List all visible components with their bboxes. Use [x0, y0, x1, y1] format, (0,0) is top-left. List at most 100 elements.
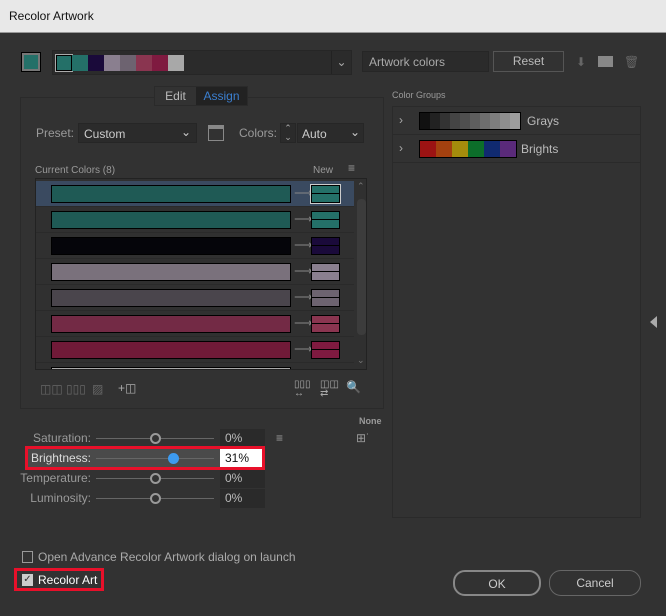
slider-knob[interactable]	[150, 433, 161, 444]
arrow-icon[interactable]: ⟶	[294, 211, 313, 227]
color-row[interactable]: ⟶	[36, 259, 354, 285]
color-assignment-list: ⟶ ⟶ ⟶ ⟶ ⟶ ⟶ ⟶ ⌃ ⌄	[35, 178, 367, 370]
group-swatch	[500, 141, 516, 157]
trash-icon[interactable]: 🗑	[624, 55, 639, 69]
current-color-bar[interactable]	[51, 315, 291, 333]
arrow-icon[interactable]: ⟶	[294, 341, 313, 357]
current-color-bar[interactable]	[51, 211, 291, 229]
current-color-bar[interactable]	[51, 367, 291, 369]
scrollbar[interactable]	[357, 199, 366, 335]
slider-knob[interactable]	[150, 473, 161, 484]
scroll-down-icon[interactable]: ⌄	[357, 355, 365, 366]
new-color-swatch[interactable]	[311, 211, 340, 229]
group-swatch	[500, 113, 510, 129]
new-color-swatch[interactable]	[311, 289, 340, 307]
artwork-swatch[interactable]	[72, 55, 88, 71]
artwork-colors-field[interactable]: Artwork colors	[362, 51, 489, 72]
arrow-icon[interactable]: ⟶	[294, 185, 313, 201]
arrow-icon[interactable]: ⟶	[294, 263, 313, 279]
slider-label: Saturation:	[32, 431, 91, 445]
new-label: New	[313, 165, 334, 176]
arrow-icon[interactable]: ⟶	[294, 237, 313, 253]
artwork-swatch[interactable]	[55, 54, 73, 72]
folder-icon[interactable]	[598, 56, 613, 67]
group-swatch	[470, 113, 480, 129]
group-swatch	[440, 113, 450, 129]
color-mode-grid-icon[interactable]: ⊞˙	[356, 431, 370, 445]
color-row[interactable]: ⟶	[36, 207, 354, 233]
exclude-colors-icon[interactable]: ▨	[92, 382, 103, 396]
group-swatch	[480, 113, 490, 129]
chevron-right-icon[interactable]: ›	[399, 113, 403, 127]
color-row[interactable]: ⟶	[36, 233, 354, 259]
randomize-order-icon[interactable]: ▯▯▯ ↔	[294, 380, 311, 399]
find-color-icon[interactable]: 🔍	[346, 380, 361, 394]
menu-icon[interactable]: ≡	[348, 161, 355, 175]
tab-bar: Edit Assign	[154, 86, 248, 106]
recolor-art-checkbox[interactable]: ✓	[22, 574, 33, 586]
current-color-bar[interactable]	[51, 237, 291, 255]
new-color-swatch[interactable]	[311, 263, 340, 281]
chevron-down-icon: ⌄	[349, 125, 360, 139]
slider-value-field[interactable]: 0%	[220, 469, 265, 488]
preset-options-icon[interactable]	[208, 125, 224, 141]
save-icon[interactable]: ⬇	[576, 55, 586, 69]
ok-button[interactable]: OK	[453, 570, 541, 596]
colors-select[interactable]: Auto ⌄	[297, 123, 364, 143]
current-colors-label: Current Colors (8)	[35, 165, 116, 176]
color-row[interactable]: ⟶	[36, 285, 354, 311]
tab-assign[interactable]: Assign	[196, 87, 247, 105]
color-group-row[interactable]: › Brights	[393, 135, 640, 163]
group-swatch	[450, 113, 460, 129]
colors-value: Auto	[302, 127, 327, 141]
color-row[interactable]	[36, 363, 354, 369]
new-color-swatch[interactable]	[311, 341, 340, 359]
colors-label: Colors:	[239, 126, 278, 140]
slider-knob[interactable]	[150, 493, 161, 504]
artwork-swatch[interactable]	[168, 55, 184, 71]
arrow-icon[interactable]: ⟶	[294, 315, 313, 331]
new-color-swatch[interactable]	[311, 237, 340, 255]
current-color-bar[interactable]	[51, 341, 291, 359]
group-swatch	[460, 113, 470, 129]
group-name: Grays	[527, 114, 560, 128]
randomize-saturation-icon[interactable]: ◫◫ ⇄	[320, 380, 339, 399]
color-row[interactable]: ⟶	[36, 337, 354, 363]
group-swatch	[490, 113, 500, 129]
scroll-up-icon[interactable]: ⌃	[357, 181, 365, 192]
current-color-bar[interactable]	[51, 263, 291, 281]
reset-button[interactable]: Reset	[493, 51, 564, 72]
tab-edit[interactable]: Edit	[155, 87, 196, 105]
artwork-swatch[interactable]	[120, 55, 136, 71]
title-bar: Recolor Artwork	[0, 0, 666, 33]
artwork-swatch[interactable]	[152, 55, 168, 71]
new-row-icon[interactable]: +◫	[118, 381, 136, 395]
chevron-down-icon[interactable]: ⌄	[331, 51, 351, 74]
color-row[interactable]: ⟶	[36, 311, 354, 337]
color-group-row[interactable]: › Grays	[393, 107, 640, 135]
new-color-swatch[interactable]	[311, 315, 340, 333]
slider-menu-icon[interactable]: ≡	[276, 431, 283, 445]
current-color-bar[interactable]	[51, 289, 291, 307]
artwork-color-bar[interactable]: ⌄	[52, 50, 352, 75]
new-color-swatch[interactable]	[310, 184, 341, 204]
open-advance-checkbox[interactable]	[22, 551, 33, 563]
artwork-swatch[interactable]	[136, 55, 152, 71]
merge-colors-icon[interactable]: ◫◫	[40, 382, 63, 396]
colors-stepper[interactable]: ⌃ ⌄	[280, 123, 296, 143]
artwork-swatch[interactable]	[104, 55, 120, 71]
chevron-right-icon[interactable]: ›	[399, 141, 403, 155]
current-color-bar[interactable]	[51, 185, 291, 203]
slider-value-field[interactable]: 0%	[220, 489, 265, 508]
open-advance-label: Open Advance Recolor Artwork dialog on l…	[38, 550, 296, 564]
color-groups-panel: › Grays › Brights	[392, 106, 641, 518]
cancel-button[interactable]: Cancel	[549, 570, 641, 596]
group-name: Brights	[521, 142, 559, 156]
collapse-panel-icon[interactable]	[650, 316, 657, 328]
active-color-swatch[interactable]	[21, 52, 41, 72]
color-row[interactable]: ⟶	[36, 181, 354, 207]
artwork-swatch[interactable]	[88, 55, 104, 71]
preset-select[interactable]: Custom ⌄	[78, 123, 197, 143]
arrow-icon[interactable]: ⟶	[294, 289, 313, 305]
separate-colors-icon[interactable]: ▯▯▯	[66, 382, 86, 396]
